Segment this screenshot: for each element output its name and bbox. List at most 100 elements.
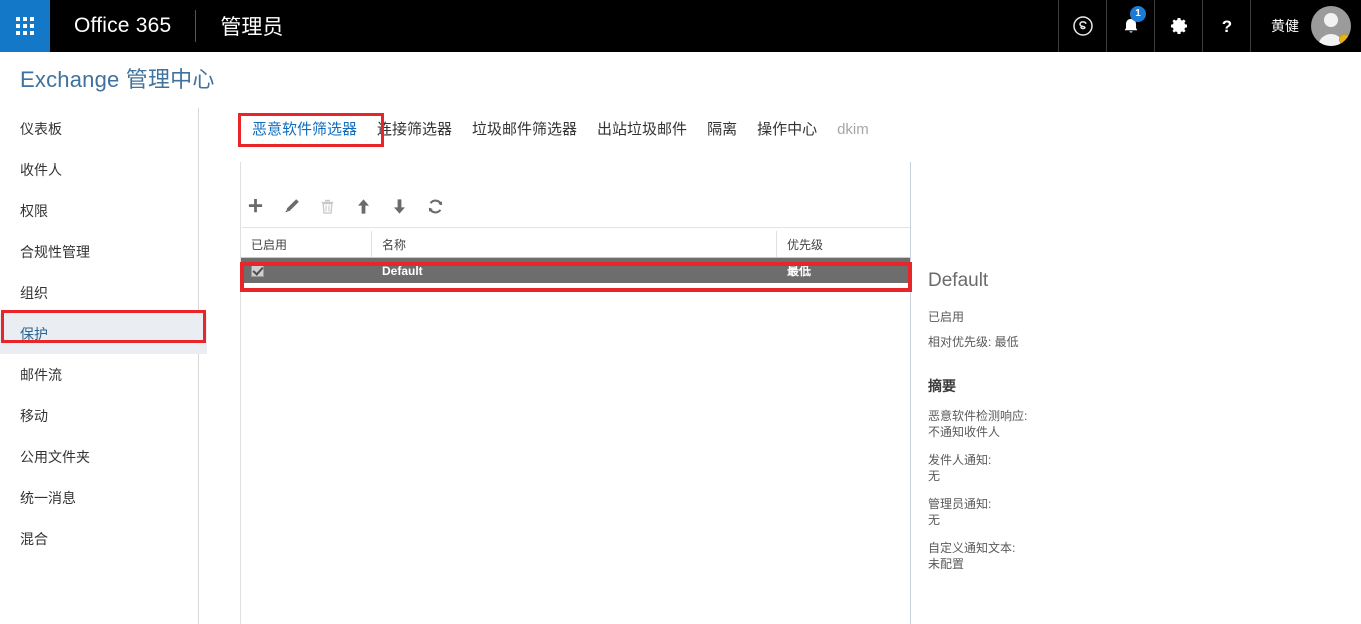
sidebar-item-permissions[interactable]: 权限 (0, 190, 198, 231)
toolbar-separator (242, 227, 910, 228)
column-header-name[interactable]: 名称 (372, 231, 777, 257)
sidebar-item-label: 统一消息 (20, 489, 76, 506)
detail-field-key: 自定义通知文本: (928, 541, 1016, 555)
table-header-row: 已启用 名称 优先级 (241, 231, 910, 258)
settings-button[interactable] (1154, 0, 1202, 52)
sidebar-item-label: 保护 (20, 325, 48, 342)
content-divider-right (910, 162, 911, 624)
sidebar-item-public-folders[interactable]: 公用文件夹 (0, 436, 198, 477)
skype-icon (1072, 15, 1094, 37)
detail-field-malware-response: 恶意软件检测响应: 不通知收件人 (928, 408, 1328, 440)
skype-button[interactable] (1058, 0, 1106, 52)
tab-malware-filter[interactable]: 恶意软件筛选器 (244, 118, 367, 139)
office365-brand-label: Office 365 (74, 14, 172, 37)
sidebar-item-recipients[interactable]: 收件人 (0, 149, 198, 190)
avatar-status-badge (1339, 34, 1350, 45)
notifications-button[interactable]: 1 (1106, 0, 1154, 52)
sidebar-item-label: 收件人 (20, 161, 62, 178)
tab-bar: 恶意软件筛选器 连接筛选器 垃圾邮件筛选器 出站垃圾邮件 隔离 操作中心 dki… (244, 118, 879, 139)
column-header-enabled[interactable]: 已启用 (241, 231, 372, 257)
sidebar-item-compliance[interactable]: 合规性管理 (0, 231, 198, 272)
column-header-label: 已启用 (251, 237, 288, 252)
delete-button (314, 196, 340, 222)
tab-quarantine[interactable]: 隔离 (697, 118, 747, 139)
cell-priority-label: 最低 (787, 264, 812, 278)
sidebar-item-label: 公用文件夹 (20, 448, 90, 465)
detail-field-key: 恶意软件检测响应: (928, 409, 1028, 423)
tab-label: 出站垃圾邮件 (597, 121, 688, 138)
column-header-priority[interactable]: 优先级 (777, 231, 910, 257)
sidebar-item-label: 合规性管理 (20, 243, 90, 260)
table-row[interactable]: Default 最低 (241, 258, 910, 283)
sidebar-item-label: 组织 (20, 284, 48, 301)
detail-field-value: 不通知收件人 (928, 425, 1001, 439)
admin-app-label-wrap[interactable]: 管理员 (196, 0, 283, 52)
rules-table: 已启用 名称 优先级 Default 最低 (241, 231, 910, 283)
sidebar-item-hybrid[interactable]: 混合 (0, 518, 198, 559)
detail-field-value: 无 (928, 469, 941, 483)
refresh-button[interactable] (422, 196, 448, 222)
avatar-head (1324, 13, 1338, 27)
detail-summary-heading: 摘要 (928, 378, 956, 394)
detail-field-custom-notification-text: 自定义通知文本: 未配置 (928, 540, 1328, 572)
sidebar-item-label: 移动 (20, 407, 48, 424)
detail-field-value: 未配置 (928, 557, 965, 571)
plus-icon (246, 197, 265, 221)
top-navigation-bar: Office 365 管理员 1 ? 黄健 (0, 0, 1361, 52)
detail-priority: 相对优先级: 最低 (928, 335, 1019, 349)
tab-label: dkim (837, 121, 869, 138)
tab-label: 操作中心 (757, 121, 818, 138)
tab-dkim[interactable]: dkim (827, 121, 879, 138)
column-header-label: 名称 (382, 237, 407, 252)
cell-name: Default (372, 264, 777, 278)
tab-label: 恶意软件筛选器 (252, 121, 358, 138)
list-toolbar (242, 196, 448, 222)
sidebar-item-organization[interactable]: 组织 (0, 272, 198, 313)
svg-text:?: ? (1221, 17, 1231, 36)
sidebar-item-dashboard[interactable]: 仪表板 (0, 108, 198, 149)
tab-label: 隔离 (707, 121, 738, 138)
detail-pane: Default 已启用 相对优先级: 最低 摘要 恶意软件检测响应: 不通知收件… (928, 270, 1328, 584)
avatar[interactable] (1311, 6, 1351, 46)
pencil-icon (282, 197, 301, 221)
row-checkbox[interactable] (251, 264, 264, 277)
sidebar-item-protection[interactable]: 保护 (0, 313, 207, 354)
move-down-button[interactable] (386, 196, 412, 222)
sidebar-item-label: 混合 (20, 530, 48, 547)
help-icon: ? (1216, 15, 1238, 37)
waffle-grid-icon (16, 17, 34, 35)
tab-label: 连接筛选器 (377, 121, 453, 138)
detail-field-admin-notification: 管理员通知: 无 (928, 496, 1328, 528)
sidebar-item-unified-messaging[interactable]: 统一消息 (0, 477, 198, 518)
user-name-label: 黄健 (1271, 18, 1299, 34)
page-title: Exchange 管理中心 (20, 67, 215, 92)
user-account-menu[interactable]: 黄健 (1250, 0, 1361, 52)
cell-priority: 最低 (777, 262, 910, 279)
detail-field-key: 发件人通知: (928, 453, 992, 467)
detail-field-key: 管理员通知: (928, 497, 992, 511)
add-button[interactable] (242, 196, 268, 222)
detail-enabled-status: 已启用 (928, 310, 965, 324)
move-up-button[interactable] (350, 196, 376, 222)
trash-icon (318, 197, 337, 221)
tab-connection-filter[interactable]: 连接筛选器 (367, 118, 462, 139)
help-button[interactable]: ? (1202, 0, 1250, 52)
tab-spam-filter[interactable]: 垃圾邮件筛选器 (462, 118, 587, 139)
edit-button[interactable] (278, 196, 304, 222)
notification-badge: 1 (1130, 6, 1146, 22)
detail-title: Default (928, 270, 989, 291)
cell-enabled[interactable] (241, 264, 372, 277)
tab-outbound-spam[interactable]: 出站垃圾邮件 (587, 118, 697, 139)
app-launcher-button[interactable] (0, 0, 50, 52)
tab-action-center[interactable]: 操作中心 (747, 118, 827, 139)
gear-icon (1168, 15, 1190, 37)
office365-brand[interactable]: Office 365 (50, 0, 195, 52)
sidebar-item-label: 邮件流 (20, 366, 62, 383)
arrow-up-icon (354, 197, 373, 221)
sidebar-item-mail-flow[interactable]: 邮件流 (0, 354, 198, 395)
detail-field-sender-notification: 发件人通知: 无 (928, 452, 1328, 484)
sidebar-item-mobile[interactable]: 移动 (0, 395, 198, 436)
cell-name-label: Default (382, 263, 423, 278)
sidebar-item-label: 权限 (20, 202, 48, 219)
